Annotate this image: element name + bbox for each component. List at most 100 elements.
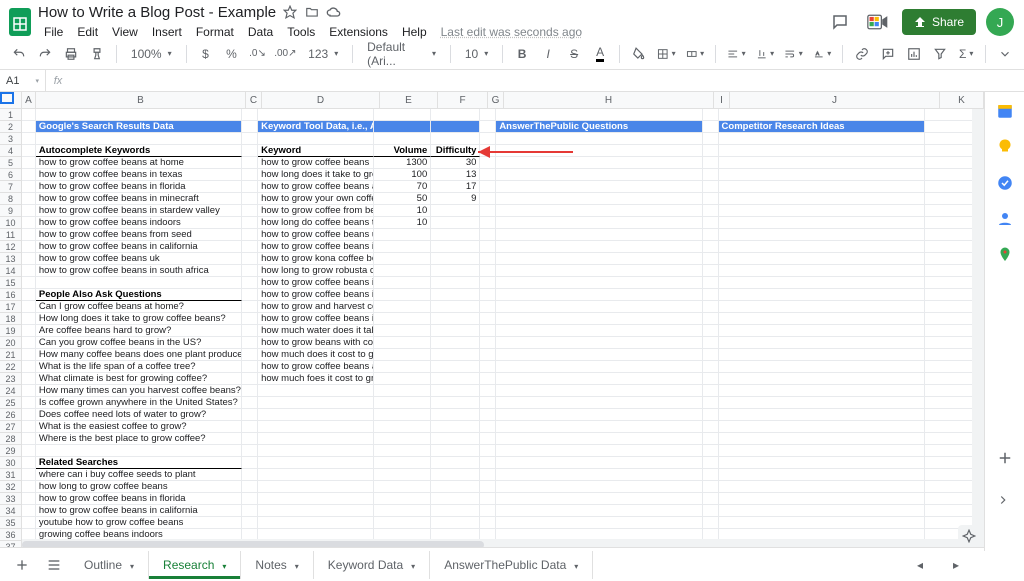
cell[interactable]: [480, 337, 496, 349]
cell[interactable]: [703, 265, 719, 277]
cell[interactable]: [431, 277, 480, 289]
row-header[interactable]: 20: [0, 337, 21, 349]
cell[interactable]: [374, 301, 431, 313]
cell[interactable]: [242, 337, 258, 349]
cell[interactable]: [258, 385, 374, 397]
contacts-app-icon[interactable]: [996, 210, 1014, 228]
cell[interactable]: [480, 289, 496, 301]
cell[interactable]: [496, 409, 702, 421]
cell[interactable]: Does coffee need lots of water to grow?: [36, 409, 242, 421]
cell[interactable]: [703, 217, 719, 229]
cell[interactable]: [719, 481, 925, 493]
cell[interactable]: [242, 241, 258, 253]
row-header[interactable]: 24: [0, 385, 21, 397]
fill-color-icon[interactable]: [628, 42, 650, 66]
cell[interactable]: [374, 361, 431, 373]
cell[interactable]: [431, 409, 480, 421]
cell[interactable]: 70: [374, 181, 431, 193]
cell[interactable]: [258, 469, 374, 481]
cell[interactable]: [22, 133, 36, 145]
cell[interactable]: [22, 421, 36, 433]
cell[interactable]: [480, 217, 496, 229]
menu-format[interactable]: Format: [190, 23, 240, 41]
cell[interactable]: [258, 409, 374, 421]
cell[interactable]: [480, 349, 496, 361]
cell[interactable]: [431, 493, 480, 505]
cell[interactable]: [374, 409, 431, 421]
cell[interactable]: [703, 409, 719, 421]
cell[interactable]: [496, 349, 702, 361]
cell[interactable]: [496, 229, 702, 241]
cell[interactable]: [480, 181, 496, 193]
tab-scroll-right-icon[interactable]: ▸: [940, 551, 972, 579]
cell[interactable]: youtube how to grow coffee beans: [36, 517, 242, 529]
cell[interactable]: [719, 265, 925, 277]
cell[interactable]: [480, 457, 496, 469]
merge-cells-icon[interactable]: [683, 42, 708, 66]
cell[interactable]: [242, 373, 258, 385]
cell[interactable]: how to grow coffee beans indoors: [36, 217, 242, 229]
row-header[interactable]: 3: [0, 133, 21, 145]
cell[interactable]: [496, 217, 702, 229]
number-format-dropdown[interactable]: 123: [302, 47, 344, 61]
cell[interactable]: [719, 289, 925, 301]
cell[interactable]: [242, 289, 258, 301]
maps-app-icon[interactable]: [996, 246, 1014, 264]
cell[interactable]: [242, 517, 258, 529]
cell[interactable]: Can I grow coffee beans at home?: [36, 301, 242, 313]
cell[interactable]: [22, 433, 36, 445]
cell[interactable]: 13: [431, 169, 480, 181]
cell[interactable]: how long does it take to grow coffee bea…: [258, 169, 374, 181]
cell[interactable]: 30: [431, 157, 480, 169]
cell[interactable]: [22, 217, 36, 229]
cell[interactable]: [703, 229, 719, 241]
cell[interactable]: [242, 385, 258, 397]
cell[interactable]: [22, 265, 36, 277]
cell[interactable]: [242, 445, 258, 457]
vertical-scrollbar[interactable]: [972, 109, 984, 539]
cell[interactable]: [431, 469, 480, 481]
cell[interactable]: Keyword: [258, 145, 374, 157]
row-header[interactable]: 11: [0, 229, 21, 241]
cell[interactable]: [258, 133, 374, 145]
cell[interactable]: [480, 145, 496, 157]
functions-icon[interactable]: Σ: [955, 42, 977, 66]
column-headers[interactable]: A B C D E F G H I J K: [0, 92, 984, 109]
cell[interactable]: [242, 277, 258, 289]
cell[interactable]: [496, 133, 702, 145]
cell[interactable]: [480, 481, 496, 493]
cell[interactable]: [496, 505, 702, 517]
col-header-h[interactable]: H: [504, 92, 714, 108]
cell[interactable]: [496, 277, 702, 289]
cell[interactable]: how long to grow robusta coffee beans: [258, 265, 374, 277]
decrease-decimal-icon[interactable]: .0↘: [247, 42, 269, 66]
cell[interactable]: [480, 301, 496, 313]
cell[interactable]: [36, 133, 242, 145]
cell[interactable]: [242, 325, 258, 337]
cell[interactable]: [719, 313, 925, 325]
cell[interactable]: [242, 433, 258, 445]
cell[interactable]: [258, 517, 374, 529]
cell[interactable]: [719, 361, 925, 373]
cell[interactable]: [374, 229, 431, 241]
cell[interactable]: [242, 265, 258, 277]
cell[interactable]: [496, 169, 702, 181]
menu-help[interactable]: Help: [396, 23, 433, 41]
select-all-corner[interactable]: [0, 92, 22, 109]
cell[interactable]: how to grow kona coffee beans: [258, 253, 374, 265]
cell[interactable]: [719, 241, 925, 253]
comment-history-icon[interactable]: [826, 8, 854, 36]
cell[interactable]: [496, 481, 702, 493]
cell[interactable]: [242, 145, 258, 157]
cell[interactable]: [480, 121, 496, 133]
cell[interactable]: How long does it take to grow coffee bea…: [36, 313, 242, 325]
cell[interactable]: [703, 373, 719, 385]
cell[interactable]: 10: [374, 205, 431, 217]
cell[interactable]: how to grow coffee beans in minecraft: [36, 193, 242, 205]
cell[interactable]: [22, 169, 36, 181]
cell[interactable]: [431, 373, 480, 385]
cell[interactable]: What is the easiest coffee to grow?: [36, 421, 242, 433]
cell[interactable]: [22, 493, 36, 505]
cell[interactable]: [431, 457, 480, 469]
doc-title[interactable]: How to Write a Blog Post - Example: [38, 4, 276, 21]
